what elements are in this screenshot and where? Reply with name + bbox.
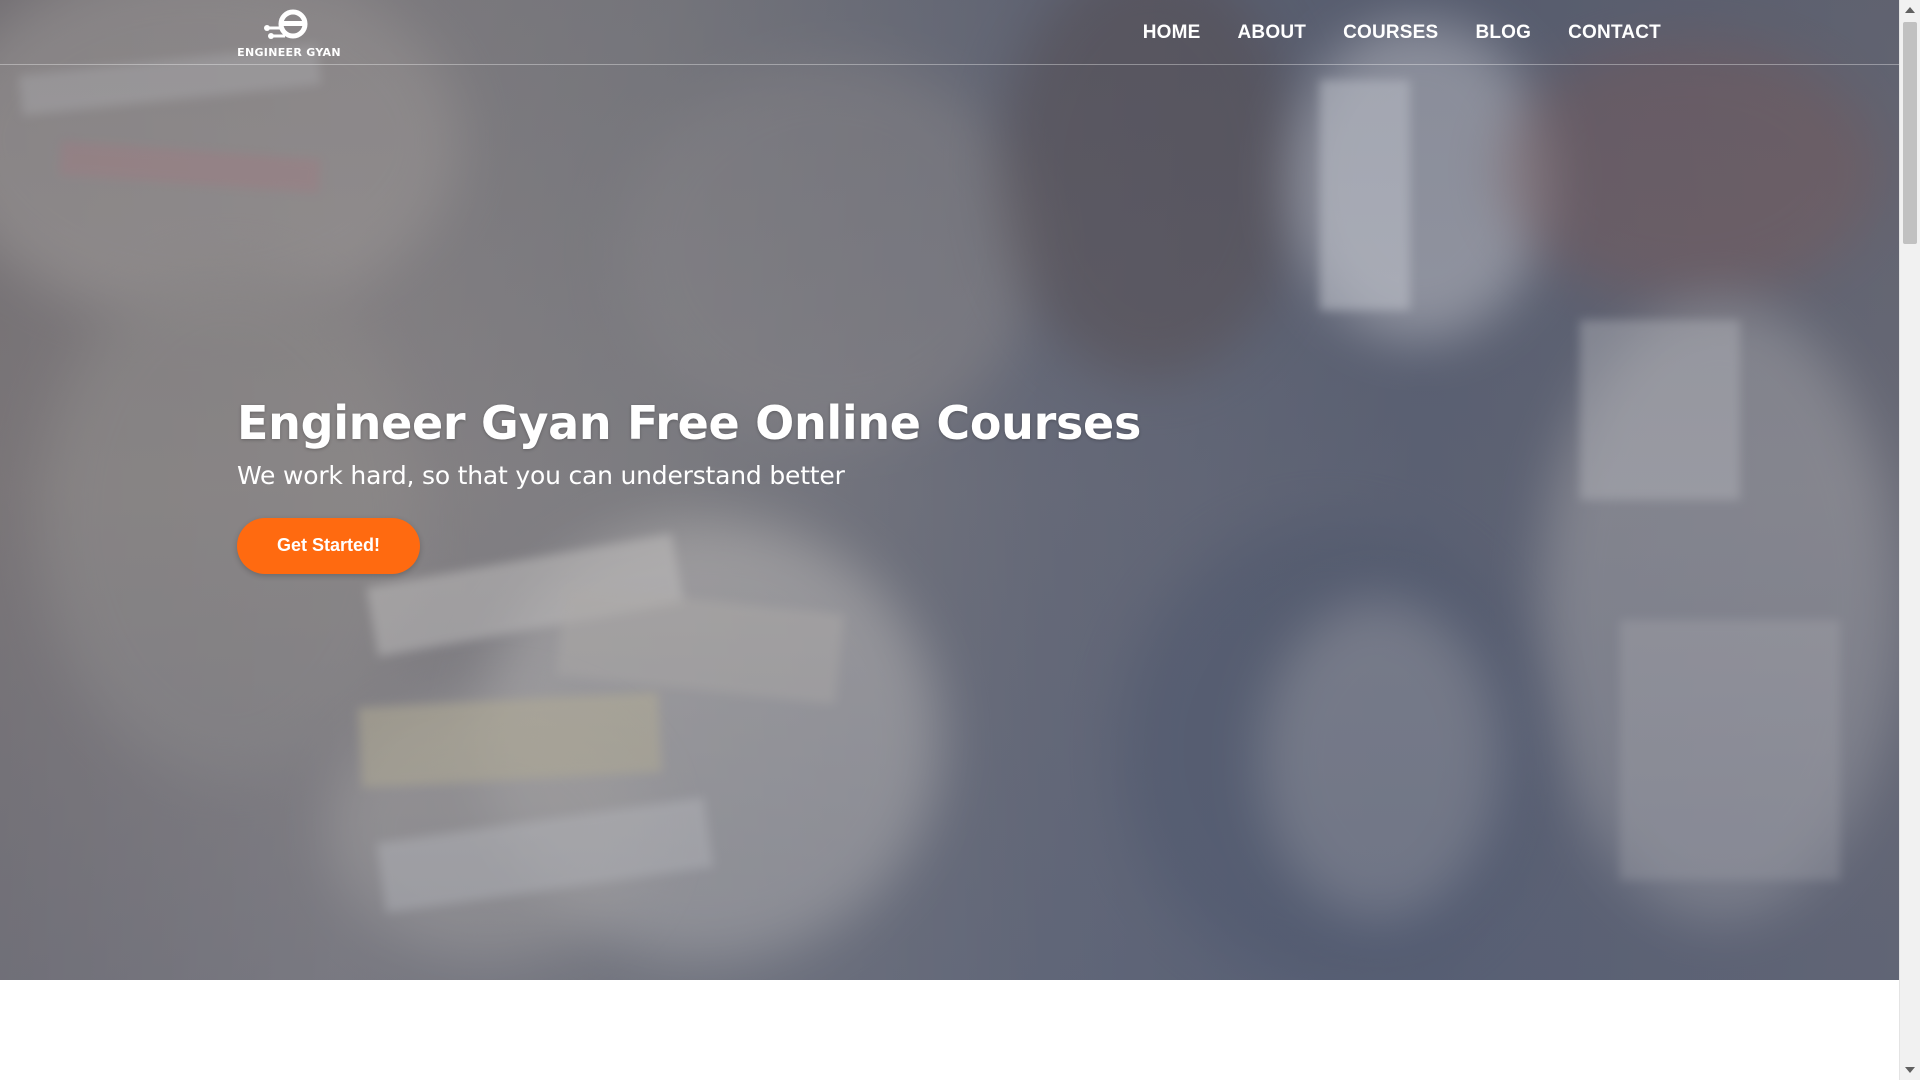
get-started-button[interactable]: Get Started!: [237, 517, 420, 574]
brand-name: ENGINEER GYAN: [237, 46, 341, 59]
nav-home[interactable]: HOME: [1143, 22, 1201, 44]
top-navbar: ENGINEER GYAN HOME ABOUT COURSES BLOG CO…: [0, 0, 1899, 65]
scrollbar-thumb[interactable]: [1903, 22, 1917, 244]
scroll-down-arrow-icon[interactable]: [1905, 1067, 1915, 1073]
nav-blog[interactable]: BLOG: [1475, 22, 1531, 44]
scroll-up-arrow-icon[interactable]: [1905, 7, 1915, 13]
hero-content: Engineer Gyan Free Online Courses We wor…: [237, 398, 1141, 574]
nav-contact[interactable]: CONTACT: [1568, 22, 1661, 44]
engineer-gyan-logo-icon: [264, 9, 308, 39]
page-scrollbar[interactable]: [1899, 0, 1920, 1080]
nav-courses[interactable]: COURSES: [1343, 22, 1438, 44]
main-navigation: HOME ABOUT COURSES BLOG CONTACT: [1143, 0, 1661, 65]
nav-about[interactable]: ABOUT: [1238, 22, 1307, 44]
hero-title: Engineer Gyan Free Online Courses: [237, 396, 1142, 450]
site-logo[interactable]: ENGINEER GYAN: [237, 6, 341, 62]
hero-subtitle: We work hard, so that you can understand…: [237, 460, 845, 490]
